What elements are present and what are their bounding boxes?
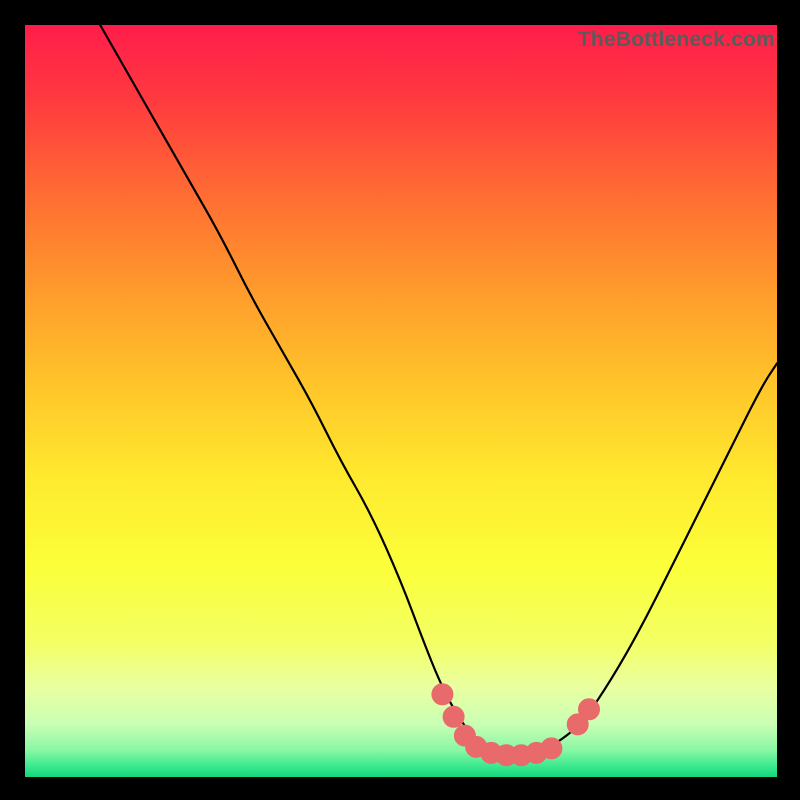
highlight-marker: [541, 738, 562, 759]
highlight-marker: [443, 706, 464, 727]
highlight-marker: [579, 699, 600, 720]
chart-svg: [25, 25, 777, 777]
highlight-marker: [432, 684, 453, 705]
bottleneck-curve-line: [100, 25, 777, 754]
chart-frame: TheBottleneck.com: [25, 25, 777, 777]
bottleneck-highlight-markers: [432, 684, 600, 766]
